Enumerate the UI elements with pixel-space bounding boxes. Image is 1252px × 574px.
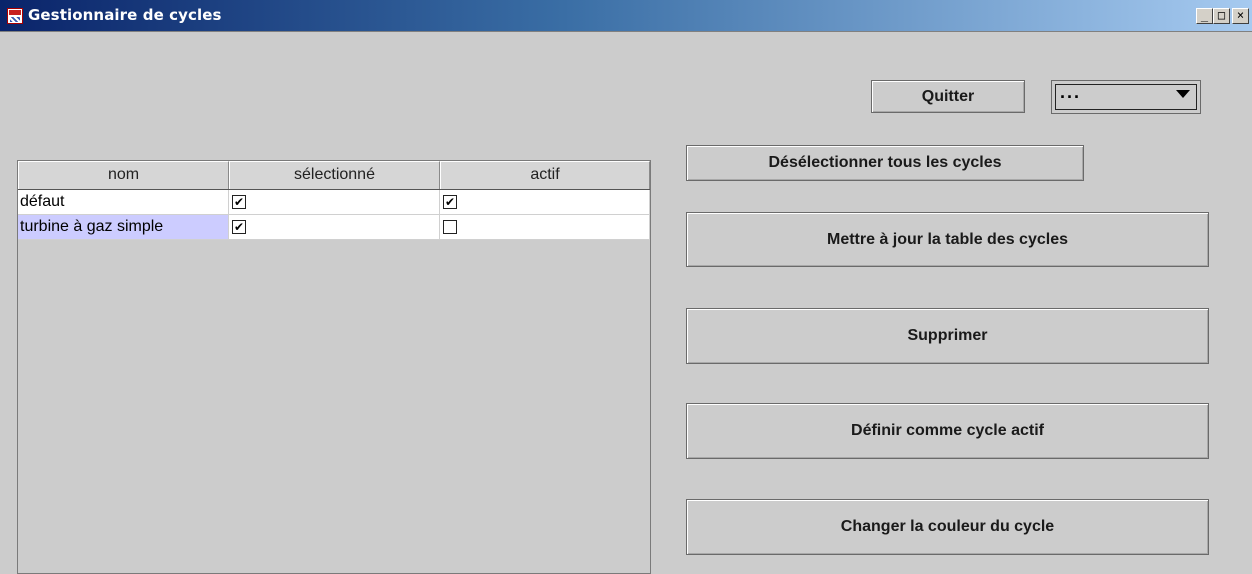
options-dropdown[interactable]: ... — [1051, 80, 1201, 114]
dropdown-value: ... — [1060, 82, 1082, 102]
minimize-button[interactable]: _ — [1196, 8, 1213, 24]
delete-button[interactable]: Supprimer — [686, 308, 1209, 364]
cell-nom[interactable]: turbine à gaz simple — [18, 215, 229, 240]
chevron-down-icon[interactable] — [1176, 90, 1190, 98]
column-header-nom[interactable]: nom — [18, 161, 229, 189]
update-table-button[interactable]: Mettre à jour la table des cycles — [686, 212, 1209, 267]
column-header-selectionne[interactable]: sélectionné — [229, 161, 440, 189]
cell-actif[interactable]: ✔ — [440, 190, 650, 215]
maximize-button[interactable]: □ — [1213, 8, 1230, 24]
app-icon[interactable] — [7, 8, 23, 24]
quit-button[interactable]: Quitter — [871, 80, 1025, 113]
table-row[interactable]: turbine à gaz simple ✔ — [18, 215, 650, 240]
close-button[interactable]: × — [1232, 8, 1249, 24]
cell-selectionne[interactable]: ✔ — [229, 190, 440, 215]
active-checkbox[interactable]: ✔ — [443, 195, 457, 209]
selected-checkbox[interactable]: ✔ — [232, 220, 246, 234]
column-header-actif[interactable]: actif — [440, 161, 650, 189]
deselect-all-button[interactable]: Désélectionner tous les cycles — [686, 145, 1084, 181]
cell-selectionne[interactable]: ✔ — [229, 215, 440, 240]
cycles-table[interactable]: nom sélectionné actif défaut ✔ ✔ turbine… — [17, 160, 651, 574]
table-header: nom sélectionné actif — [18, 161, 650, 190]
change-color-button[interactable]: Changer la couleur du cycle — [686, 499, 1209, 555]
title-bar[interactable]: Gestionnaire de cycles _ □ × — [0, 0, 1252, 32]
set-active-button[interactable]: Définir comme cycle actif — [686, 403, 1209, 459]
active-checkbox[interactable] — [443, 220, 457, 234]
selected-checkbox[interactable]: ✔ — [232, 195, 246, 209]
window-title: Gestionnaire de cycles — [28, 6, 222, 24]
cell-nom[interactable]: défaut — [18, 190, 229, 215]
table-body: défaut ✔ ✔ turbine à gaz simple ✔ — [18, 190, 650, 240]
cell-actif[interactable] — [440, 215, 650, 240]
table-row[interactable]: défaut ✔ ✔ — [18, 190, 650, 215]
